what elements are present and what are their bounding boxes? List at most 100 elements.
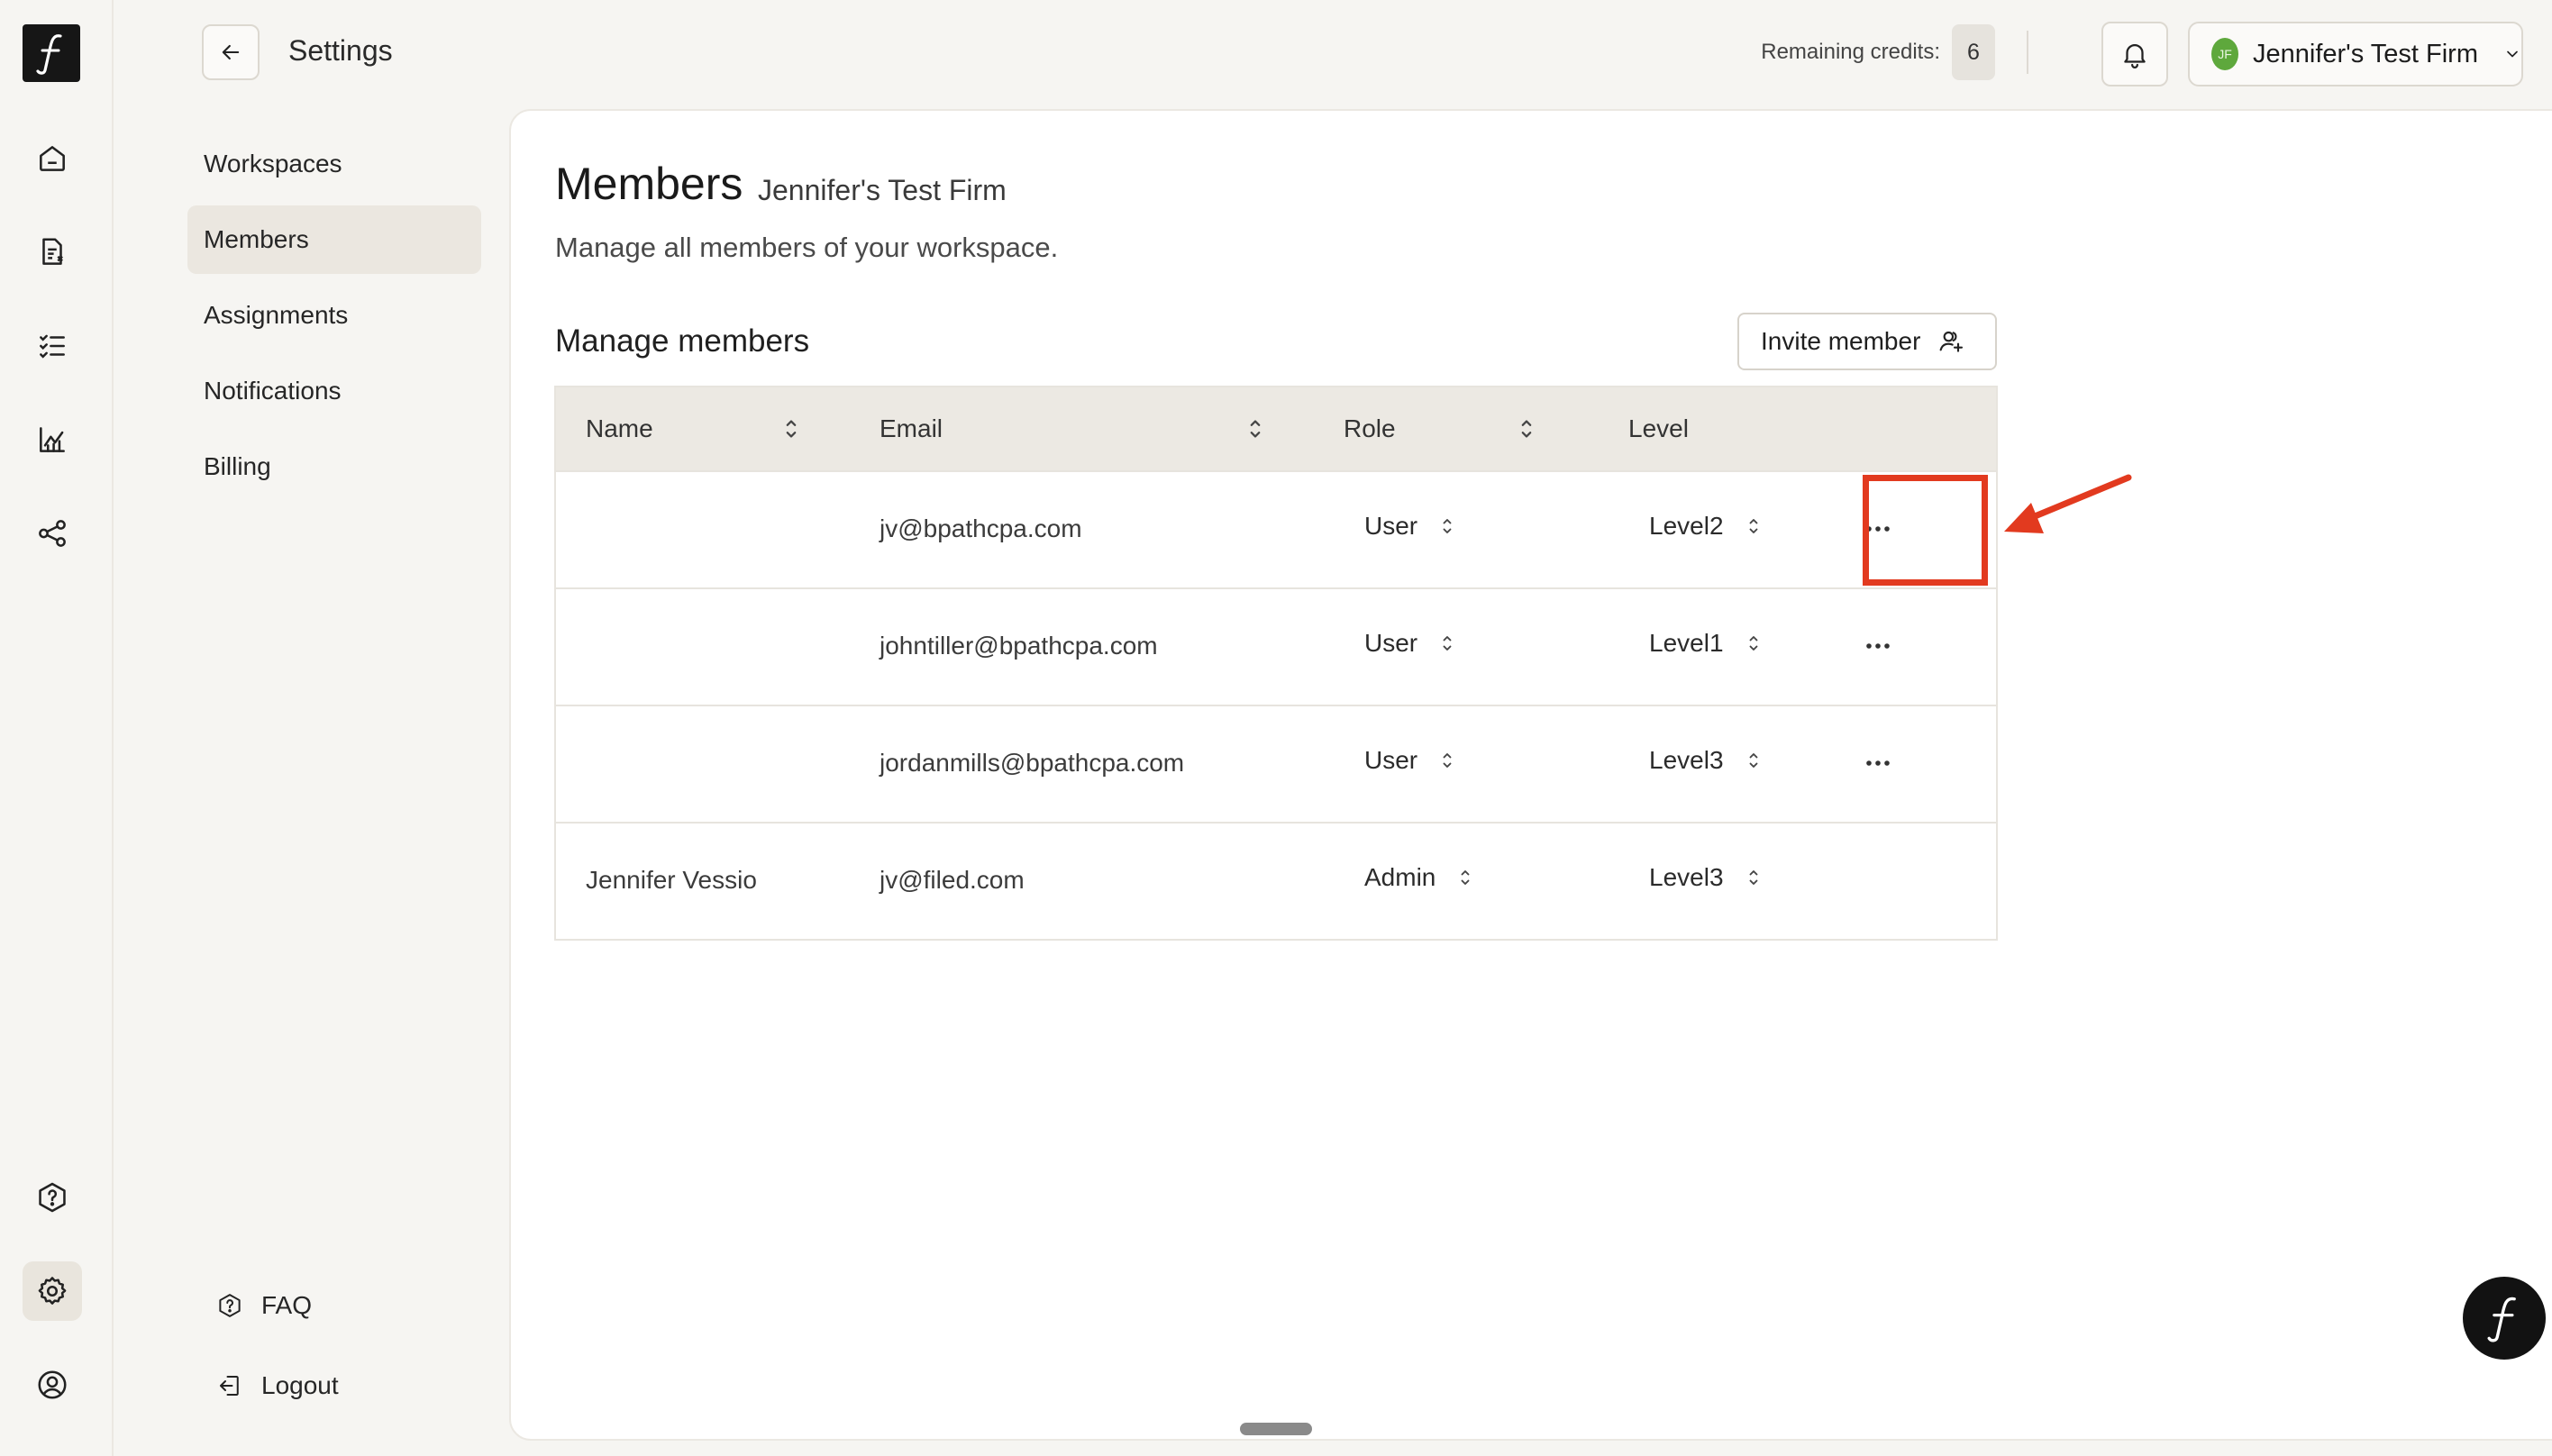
nav-item-notifications[interactable]: Notifications [187, 357, 481, 425]
section-title: Manage members [555, 323, 810, 359]
document-icon [42, 238, 63, 265]
page-subtitle: Jennifer's Test Firm [758, 174, 1007, 206]
invite-member-label: Invite member [1761, 327, 1921, 355]
role-value: Admin [1364, 863, 1436, 891]
icon-rail [0, 0, 114, 1456]
user-plus-icon [1940, 331, 1964, 352]
role-select[interactable]: Admin [1364, 863, 1472, 892]
bell-icon [2124, 44, 2146, 68]
more-options-icon[interactable] [1864, 642, 1891, 651]
level-value: Level3 [1649, 863, 1724, 891]
main-panel: Members Jennifer's Test Firm Manage all … [509, 109, 2552, 1441]
help-icon [219, 1294, 241, 1317]
logo-f-icon [36, 34, 62, 75]
annotation-arrow-icon [2004, 474, 2132, 533]
checklist-icon [40, 334, 65, 359]
role-value: User [1364, 629, 1418, 657]
chevron-up-down-icon [1749, 636, 1757, 651]
rail-settings[interactable] [23, 1261, 82, 1321]
rail-analytics[interactable] [23, 410, 82, 469]
chevron-up-down-icon [1461, 870, 1470, 885]
page-title: Members [555, 159, 743, 209]
faq-label: FAQ [261, 1291, 313, 1319]
back-button[interactable] [202, 24, 260, 80]
nav-item-billing[interactable]: Billing [187, 432, 481, 501]
role-select[interactable]: User [1364, 512, 1454, 541]
level-value: Level2 [1649, 512, 1724, 540]
column-header-role[interactable]: Role [1344, 414, 1396, 443]
nav-item-members[interactable]: Members [187, 205, 481, 274]
members-table: Name Email Role Level jv@bpathcpa.com Us… [554, 386, 1998, 941]
table-row: jordanmills@bpathcpa.com User Level3 [556, 705, 1996, 822]
analytics-icon [40, 427, 65, 452]
role-select[interactable]: User [1364, 629, 1454, 658]
column-header-email[interactable]: Email [880, 414, 943, 443]
settings-nav: Settings Workspaces Members Assignments … [186, 0, 492, 1456]
help-icon [39, 1182, 66, 1213]
member-email: jv@bpathcpa.com [880, 514, 1082, 542]
sort-icon[interactable] [1518, 416, 1535, 441]
rail-help[interactable] [23, 1168, 82, 1227]
chevron-up-down-icon [1749, 519, 1757, 533]
chevron-up-down-icon [1443, 636, 1452, 651]
rail-share[interactable] [23, 504, 82, 563]
level-select[interactable]: Level3 [1649, 746, 1760, 775]
page-description: Manage all members of your workspace. [555, 232, 1059, 263]
credits-count-badge: 6 [1952, 24, 1995, 80]
top-bar-controls: Remaining credits: 6 JF Jennifer's Test … [1741, 22, 2552, 86]
member-email: jv@filed.com [880, 866, 1025, 894]
workspace-avatar: JF [2211, 38, 2239, 70]
arrow-left-icon [222, 44, 240, 60]
table-header: Name Email Role Level [556, 387, 1996, 470]
assistant-fab[interactable] [2463, 1277, 2546, 1360]
level-select[interactable]: Level3 [1649, 863, 1760, 892]
level-select[interactable]: Level2 [1649, 512, 1760, 541]
user-circle-icon [38, 1370, 67, 1399]
chevron-up-down-icon [1749, 870, 1757, 885]
gear-icon [38, 1277, 67, 1305]
rail-documents[interactable] [23, 223, 82, 282]
credits-label: Remaining credits: [1761, 40, 1940, 64]
sort-icon[interactable] [1247, 416, 1263, 441]
table-row: jv@bpathcpa.com User Level2 [556, 470, 1996, 587]
level-select[interactable]: Level1 [1649, 629, 1760, 658]
level-value: Level1 [1649, 629, 1724, 657]
logout-link[interactable]: Logout [216, 1371, 339, 1400]
app-logo[interactable] [23, 24, 80, 82]
scroll-handle[interactable] [1240, 1423, 1312, 1435]
logo-f-icon [2487, 1297, 2516, 1342]
nav-item-workspaces[interactable]: Workspaces [187, 130, 481, 198]
sort-icon[interactable] [783, 416, 799, 441]
role-select[interactable]: User [1364, 746, 1454, 775]
rail-home[interactable] [23, 129, 82, 188]
workspace-name: Jennifer's Test Firm [2253, 39, 2478, 68]
faq-link[interactable]: FAQ [216, 1291, 312, 1320]
settings-title: Settings [288, 34, 393, 67]
notifications-button[interactable] [2101, 22, 2168, 86]
divider [2027, 31, 2028, 74]
chevron-down-icon [2507, 50, 2518, 58]
home-icon [40, 146, 65, 171]
column-header-name[interactable]: Name [586, 414, 653, 443]
table-row: johntiller@bpathcpa.com User Level1 [556, 587, 1996, 705]
invite-member-button[interactable]: Invite member [1737, 313, 1997, 370]
table-row: Jennifer Vessio jv@filed.com Admin Level… [556, 822, 1996, 939]
column-header-level: Level [1628, 414, 1689, 442]
member-email: johntiller@bpathcpa.com [880, 632, 1158, 660]
rail-checklist[interactable] [23, 316, 82, 376]
role-value: User [1364, 512, 1418, 540]
share-icon [39, 520, 66, 547]
annotation-highlight-box [1863, 475, 1988, 586]
member-email: jordanmills@bpathcpa.com [880, 749, 1185, 777]
member-name: Jennifer Vessio [586, 866, 757, 894]
more-options-icon[interactable] [1864, 759, 1891, 768]
nav-item-assignments[interactable]: Assignments [187, 281, 481, 350]
logout-label: Logout [261, 1371, 339, 1399]
workspace-switcher[interactable]: JF Jennifer's Test Firm [2188, 22, 2523, 86]
chevron-up-down-icon [1749, 753, 1757, 768]
role-value: User [1364, 746, 1418, 774]
rail-profile[interactable] [23, 1355, 82, 1415]
chevron-up-down-icon [1443, 753, 1452, 768]
logout-icon [220, 1376, 239, 1396]
chevron-up-down-icon [1443, 519, 1452, 533]
